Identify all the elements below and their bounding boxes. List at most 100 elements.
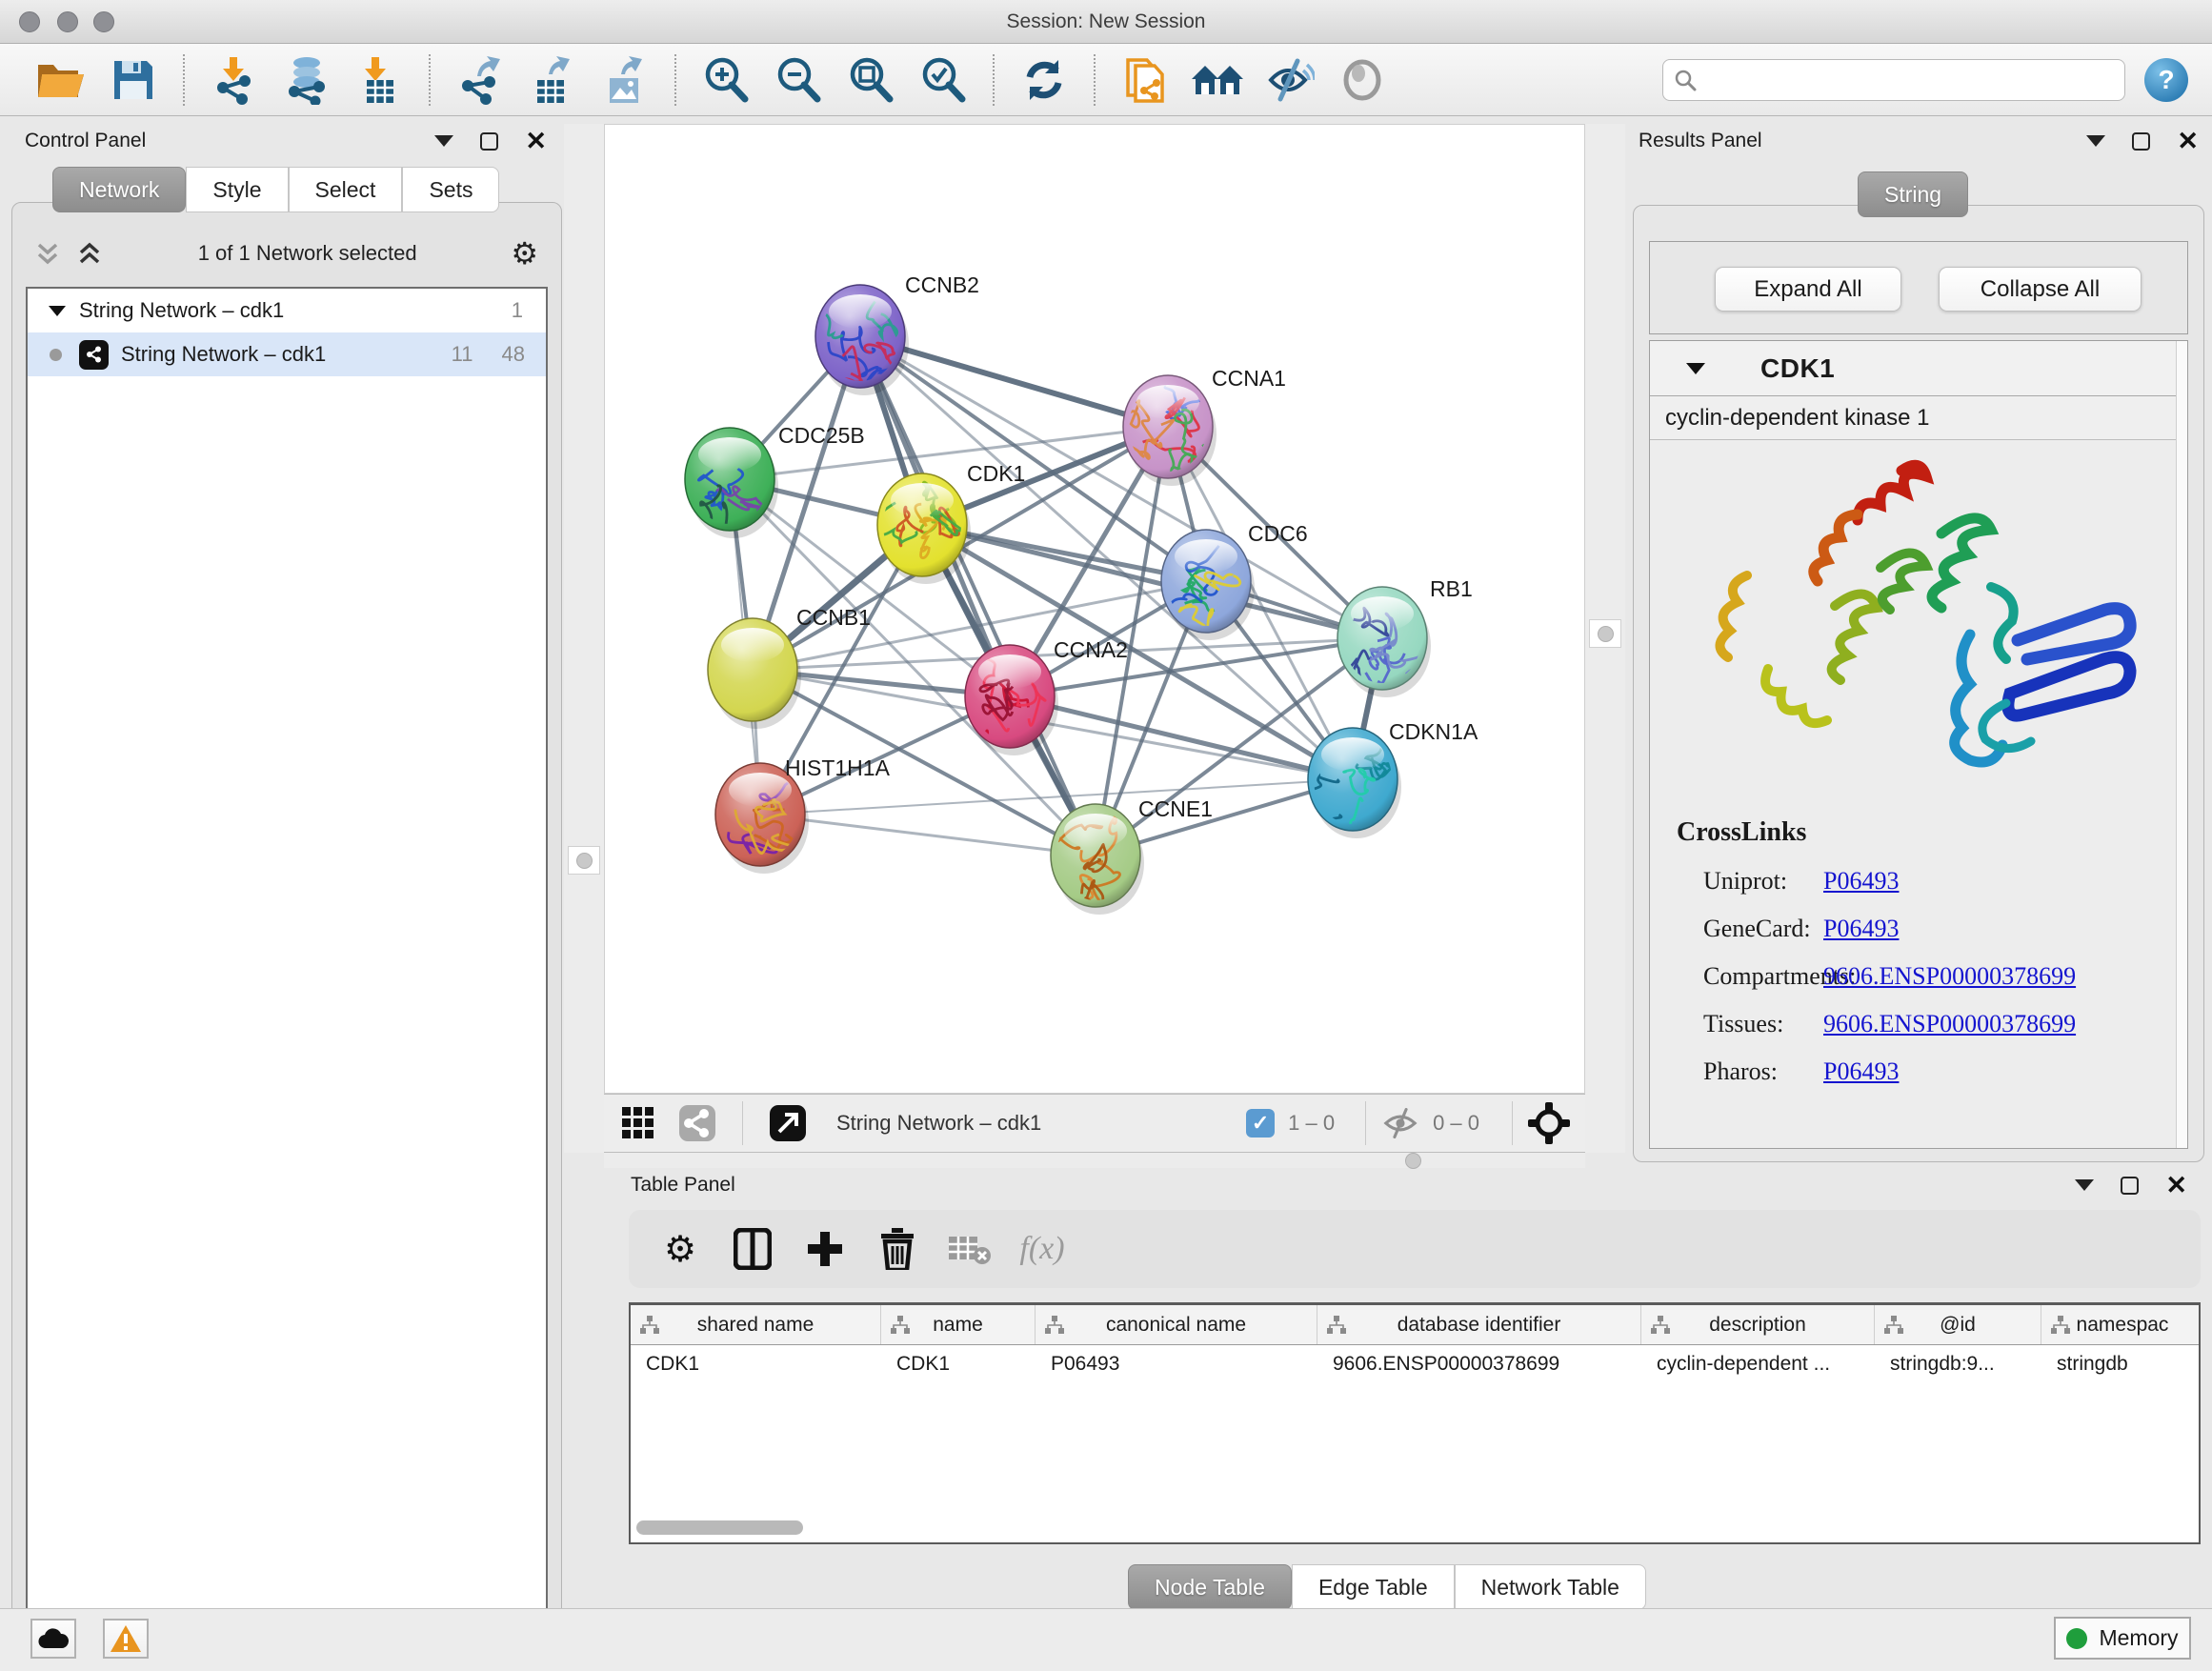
left-splitter-grip[interactable] [568,846,600,875]
bottom-splitter[interactable] [604,1153,1585,1168]
help-button[interactable]: ? [2144,58,2188,102]
grid-view-button[interactable] [617,1102,659,1144]
table-cell[interactable]: CDK1 [881,1345,1036,1383]
show-eye-button[interactable] [1335,52,1390,108]
right-splitter[interactable] [1585,124,1625,1153]
panel-menu-icon[interactable] [434,135,453,147]
detach-view-button[interactable] [767,1102,809,1144]
collapse-all-button[interactable]: Collapse All [1939,267,2142,312]
column-header-description[interactable]: description [1641,1305,1875,1344]
column-header--id[interactable]: @id [1875,1305,2041,1344]
save-session-button[interactable] [106,52,161,108]
results-scrollbar[interactable] [2176,341,2187,1148]
panel-menu-icon[interactable] [2075,1179,2094,1191]
hide-unhide-button[interactable] [1262,52,1317,108]
import-string-files-button[interactable] [1117,52,1173,108]
panel-close-icon[interactable]: ✕ [525,131,547,151]
table-cell[interactable]: stringdb:9... [1875,1345,2041,1383]
node-CDK1[interactable] [875,473,971,584]
panel-menu-icon[interactable] [2086,135,2105,147]
collapse-protein-icon[interactable] [1686,363,1705,374]
collapse-all-icon[interactable] [33,239,62,268]
create-column-button[interactable] [798,1222,852,1276]
tab-style[interactable]: Style [186,167,288,212]
right-splitter-grip[interactable] [1589,619,1621,648]
table-row[interactable]: CDK1CDK1P064939606.ENSP00000378699cyclin… [631,1345,2199,1383]
crosslink-link[interactable]: 9606.ENSP00000378699 [1823,1010,2076,1038]
crosslink-link[interactable]: P06493 [1823,915,1899,943]
crosslink-link[interactable]: P06493 [1823,1057,1899,1086]
import-network-file-button[interactable] [207,52,262,108]
column-header-name[interactable]: name [881,1305,1036,1344]
export-image-button[interactable] [597,52,653,108]
protein-card-header[interactable]: CDK1 [1650,341,2187,396]
column-header-shared-name[interactable]: shared name [631,1305,881,1344]
network-collection-row[interactable]: String Network – cdk1 1 [28,289,546,332]
table-cell[interactable]: P06493 [1036,1345,1317,1383]
zoom-selected-button[interactable] [915,52,971,108]
expand-all-icon[interactable] [75,239,104,268]
open-session-button[interactable] [33,52,89,108]
home-button[interactable] [1190,52,1245,108]
table-options-button[interactable]: ⚙ [654,1222,707,1276]
refresh-button[interactable] [1016,52,1072,108]
delete-table-button[interactable] [943,1222,996,1276]
node-CCNA1[interactable] [1117,363,1217,486]
import-network-database-button[interactable] [279,52,334,108]
delete-column-button[interactable] [871,1222,924,1276]
tab-node-table[interactable]: Node Table [1128,1564,1292,1610]
zoom-fit-button[interactable] [843,52,898,108]
tab-network[interactable]: Network [52,167,186,212]
crosslink-link[interactable]: P06493 [1823,867,1899,896]
network-options-gear-icon[interactable]: ⚙ [511,239,538,268]
panel-close-icon[interactable]: ✕ [2165,1176,2187,1195]
node-CDC25B[interactable] [682,428,778,548]
tree-expander-icon[interactable] [49,306,66,316]
import-table-file-button[interactable] [352,52,407,108]
edge-HIST1H1A-CCNE1[interactable] [760,815,1096,856]
selected-checkbox-icon[interactable]: ✓ [1246,1109,1275,1137]
table-horizontal-scrollbar[interactable] [636,1520,803,1535]
network-view-button[interactable] [676,1102,718,1144]
zoom-in-button[interactable] [698,52,754,108]
zoom-out-button[interactable] [771,52,826,108]
function-builder-button[interactable]: f(x) [1016,1222,1069,1276]
search-input[interactable] [1662,59,2125,101]
column-header-namespac[interactable]: namespac [2041,1305,2201,1344]
tab-string[interactable]: String [1858,171,1968,217]
node-CCNA2[interactable] [965,645,1058,755]
node-CCNB1[interactable] [708,618,801,729]
edge-CCNB2-CCNE1[interactable] [860,336,1096,856]
show-columns-button[interactable] [726,1222,779,1276]
panel-close-icon[interactable]: ✕ [2177,131,2199,151]
network-graph[interactable]: CCNB2CCNA1CDC25BCDK1CDC6RB1CCNB1CCNA2CDK… [605,125,1584,1093]
table-cell[interactable]: cyclin-dependent ... [1641,1345,1875,1383]
tab-sets[interactable]: Sets [402,167,499,212]
table-cell[interactable]: 9606.ENSP00000378699 [1317,1345,1641,1383]
warnings-button[interactable] [103,1619,149,1659]
panel-float-icon[interactable] [2132,132,2150,151]
panel-float-icon[interactable] [2121,1177,2139,1195]
left-splitter[interactable] [564,124,604,1153]
hidden-eye-icon[interactable] [1381,1108,1419,1138]
cloud-status-button[interactable] [30,1619,76,1659]
memory-button[interactable]: Memory [2054,1617,2191,1660]
crosslink-link[interactable]: 9606.ENSP00000378699 [1823,962,2076,991]
tab-select[interactable]: Select [289,167,403,212]
tab-edge-table[interactable]: Edge Table [1292,1564,1455,1610]
tab-network-table[interactable]: Network Table [1455,1564,1646,1610]
node-CCNE1[interactable] [1051,793,1144,915]
table-cell[interactable]: CDK1 [631,1345,881,1383]
network-row[interactable]: String Network – cdk1 11 48 [28,332,546,376]
network-canvas[interactable]: CCNB2CCNA1CDC25BCDK1CDC6RB1CCNB1CCNA2CDK… [604,124,1585,1094]
expand-all-button[interactable]: Expand All [1715,267,1901,312]
export-network-button[interactable] [452,52,508,108]
panel-float-icon[interactable] [480,132,498,151]
node-CCNB2[interactable] [815,285,909,395]
birdseye-navigator-icon[interactable] [1528,1102,1570,1144]
export-table-button[interactable] [525,52,580,108]
column-header-database-identifier[interactable]: database identifier [1317,1305,1641,1344]
node-RB1[interactable] [1337,587,1431,697]
table-cell[interactable]: stringdb [2041,1345,2201,1383]
column-header-canonical-name[interactable]: canonical name [1036,1305,1317,1344]
